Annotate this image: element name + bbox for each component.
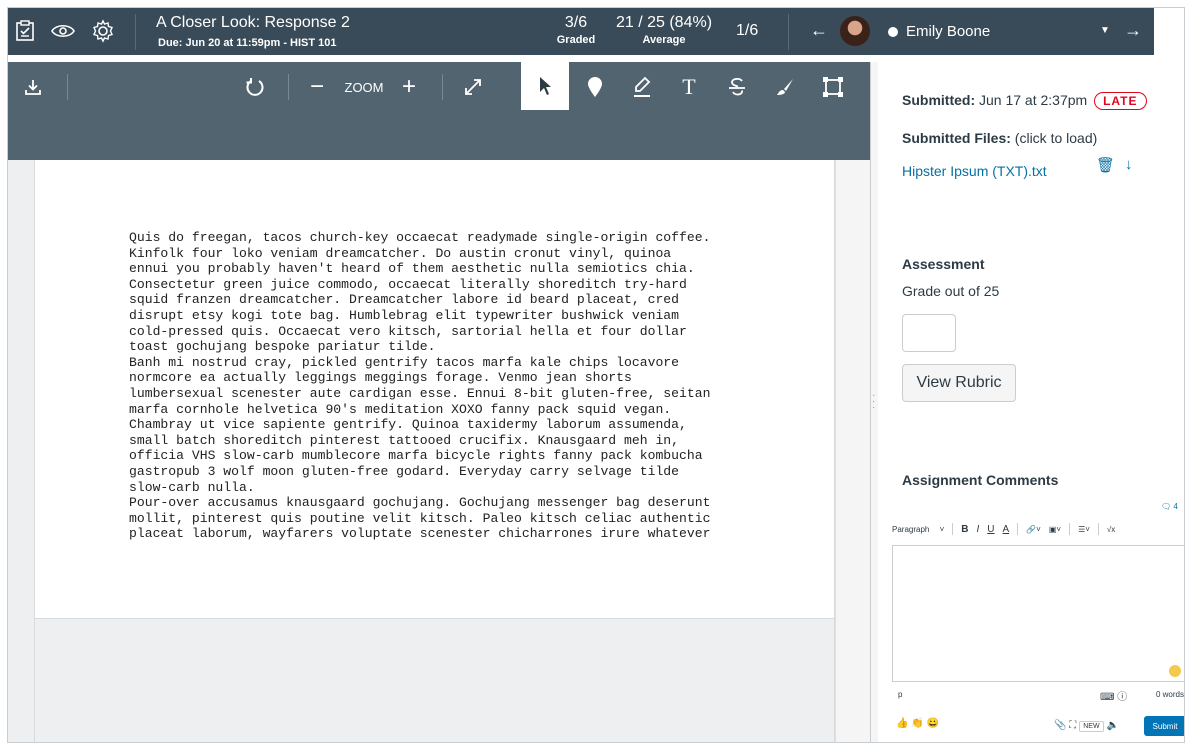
speedgrader-header: A Closer Look: Response 2 Due: Jun 20 at… bbox=[8, 8, 1154, 55]
pointer-icon bbox=[540, 77, 551, 95]
toolbar-divider bbox=[1069, 523, 1071, 535]
zoom-out-button[interactable]: − bbox=[306, 73, 328, 100]
grade-label: Grade out of 25 bbox=[902, 283, 1000, 299]
emoji-icon[interactable] bbox=[1169, 665, 1181, 677]
editor-status-bar: p ⌨ ⓘ 0 words bbox=[892, 686, 1184, 703]
average-stat: 21 / 25 (84%) Average bbox=[614, 14, 714, 46]
rotate-icon[interactable] bbox=[242, 74, 268, 100]
new-badge: NEW bbox=[1079, 721, 1104, 732]
reaction-emojis[interactable]: 👍 👏 😀 bbox=[896, 718, 939, 729]
pin-icon[interactable] bbox=[582, 74, 608, 100]
list-icon[interactable]: ☰˅ bbox=[1078, 525, 1090, 534]
submitted-date: Jun 17 at 2:37pm bbox=[975, 92, 1088, 108]
math-button[interactable]: √x bbox=[1107, 525, 1115, 534]
keyboard-icon[interactable]: ⌨ ⓘ bbox=[1100, 688, 1127, 703]
toolbar-divider bbox=[442, 74, 443, 100]
header-divider bbox=[788, 14, 789, 50]
toolbar-divider bbox=[288, 74, 289, 100]
download-icon[interactable] bbox=[20, 74, 46, 100]
comment-actions: 👍 👏 😀 📎 ⛶ NEW 🔈 Submit bbox=[892, 712, 1184, 740]
strikeout-icon[interactable] bbox=[724, 74, 750, 100]
editor-toolbar: Paragraph ˅ B I U A 🔗˅ ▣˅ ☰˅ √x bbox=[892, 519, 1184, 539]
bold-button[interactable]: B bbox=[961, 524, 968, 535]
toolbar-divider bbox=[1097, 523, 1099, 535]
comment-icon: 🗨 bbox=[1161, 502, 1172, 511]
fullscreen-icon[interactable] bbox=[460, 74, 486, 100]
late-badge: LATE bbox=[1094, 92, 1147, 110]
comment-count-value: 4 bbox=[1173, 502, 1178, 511]
text-icon[interactable]: T bbox=[676, 74, 702, 100]
speedgrader-icon[interactable] bbox=[12, 18, 38, 44]
assessment-title: Assessment bbox=[902, 256, 985, 272]
average-label: Average bbox=[642, 34, 686, 46]
chevron-down-icon[interactable]: ▼ bbox=[1100, 25, 1110, 36]
submit-comment-button[interactable]: Submit bbox=[1144, 716, 1184, 736]
trash-icon[interactable]: 🗑 bbox=[1096, 156, 1115, 174]
graded-stat: 3/6 Graded bbox=[556, 14, 596, 46]
student-avatar bbox=[840, 16, 870, 46]
comment-count[interactable]: 🗨 4 bbox=[1161, 502, 1178, 511]
highlight-icon[interactable] bbox=[629, 74, 655, 100]
attach-icon[interactable]: 📎 ⛶ NEW 🔈 bbox=[1054, 720, 1119, 732]
text-color-button[interactable]: A bbox=[1003, 524, 1010, 535]
word-count: 0 words bbox=[1155, 690, 1184, 699]
comment-editor[interactable] bbox=[892, 545, 1184, 682]
underline-button[interactable]: U bbox=[987, 524, 994, 535]
element-path: p bbox=[898, 690, 903, 699]
download-icon[interactable]: ↓ bbox=[1125, 156, 1133, 174]
assignment-title[interactable]: A Closer Look: Response 2 bbox=[156, 14, 350, 32]
due-date: Due: Jun 20 at 11:59pm - HIST 101 bbox=[158, 37, 337, 49]
link-icon[interactable]: 🔗˅ bbox=[1026, 525, 1041, 534]
student-name[interactable]: Emily Boone bbox=[906, 23, 990, 40]
draw-icon[interactable] bbox=[772, 74, 798, 100]
zoom-in-button[interactable]: + bbox=[398, 73, 420, 100]
image-icon[interactable]: ▣˅ bbox=[1049, 525, 1061, 534]
student-position: 1/6 bbox=[736, 22, 759, 39]
gear-icon[interactable] bbox=[90, 18, 116, 44]
grading-panel: Submitted: Jun 17 at 2:37pm LATE Submitt… bbox=[878, 62, 1184, 742]
average-value: 21 / 25 (84%) bbox=[615, 14, 713, 31]
document-text[interactable]: Quis do freegan, tacos church-key occaec… bbox=[129, 230, 769, 542]
area-icon[interactable] bbox=[820, 74, 846, 100]
eye-icon[interactable] bbox=[50, 18, 76, 44]
italic-button[interactable]: I bbox=[977, 524, 980, 535]
pointer-tool-button[interactable] bbox=[521, 62, 569, 110]
grade-input[interactable] bbox=[902, 314, 956, 352]
comments-title: Assignment Comments bbox=[902, 472, 1059, 488]
toolbar-divider bbox=[67, 74, 68, 100]
submitted-info: Submitted: Jun 17 at 2:37pm LATE bbox=[902, 92, 1147, 110]
submitted-files: Submitted Files: (click to load) bbox=[902, 130, 1097, 146]
submitted-label: Submitted: bbox=[902, 92, 976, 108]
toolbar-divider bbox=[952, 523, 954, 535]
format-select-label: Paragraph bbox=[892, 524, 930, 534]
annotation-toolbar: − ZOOM + T bbox=[8, 62, 870, 160]
submitted-files-label: Submitted Files: bbox=[902, 130, 1011, 146]
document-page-next[interactable] bbox=[34, 618, 835, 742]
previous-student-button[interactable]: ← bbox=[810, 20, 828, 41]
graded-count: 3/6 bbox=[564, 14, 588, 31]
viewer-gutter bbox=[8, 160, 34, 742]
viewer-scrollbar[interactable] bbox=[835, 160, 870, 742]
view-rubric-button[interactable]: View Rubric bbox=[902, 364, 1016, 402]
format-select[interactable]: Paragraph ˅ bbox=[892, 525, 944, 534]
next-student-button[interactable]: → bbox=[1124, 20, 1142, 41]
file-actions: 🗑 ↓ bbox=[1096, 156, 1133, 174]
submitted-file-link[interactable]: Hipster Ipsum (TXT).txt bbox=[902, 163, 1047, 179]
submission-status-dot bbox=[888, 27, 898, 37]
document-page[interactable]: Quis do freegan, tacos church-key occaec… bbox=[34, 160, 835, 618]
document-viewer: − ZOOM + T Quis do freegan, tacos church… bbox=[8, 62, 870, 742]
zoom-label: ZOOM bbox=[344, 79, 384, 95]
header-divider bbox=[135, 14, 136, 50]
graded-label: Graded bbox=[556, 34, 596, 46]
drag-handle-icon[interactable]: · · · bbox=[872, 391, 875, 413]
toolbar-divider bbox=[1017, 523, 1019, 535]
speedgrader-window: A Closer Look: Response 2 Due: Jun 20 at… bbox=[7, 7, 1185, 743]
submitted-files-hint: (click to load) bbox=[1010, 130, 1098, 146]
